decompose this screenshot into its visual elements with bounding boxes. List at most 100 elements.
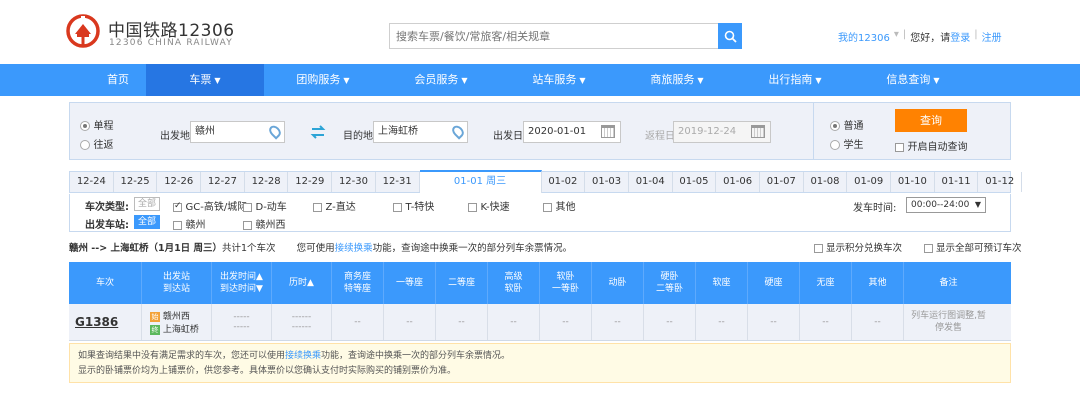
- checkbox[interactable]: [543, 202, 552, 212]
- column-header: 其他: [852, 262, 904, 304]
- seat-cell: --: [592, 304, 644, 340]
- nav-item[interactable]: 首页: [90, 64, 146, 96]
- radio-oneway[interactable]: [80, 121, 90, 131]
- transfer-link[interactable]: 接续换乘: [335, 243, 373, 254]
- nav-item[interactable]: 商旅服务 ▼: [618, 64, 736, 96]
- date-tab[interactable]: 12-28: [245, 172, 289, 192]
- nav-item[interactable]: 团购服务 ▼: [264, 64, 382, 96]
- date-tab[interactable]: 01-04: [629, 172, 673, 192]
- date-tab[interactable]: 12-31: [376, 172, 420, 192]
- nav-item[interactable]: 会员服务 ▼: [382, 64, 500, 96]
- checkbox[interactable]: [814, 244, 823, 253]
- login-link[interactable]: 登录: [950, 29, 970, 44]
- date-tab[interactable]: 12-26: [157, 172, 202, 192]
- radio-normal[interactable]: [830, 121, 840, 131]
- train-type-option[interactable]: K-快速: [468, 198, 510, 213]
- site-search-input[interactable]: [389, 23, 719, 49]
- train-type-option[interactable]: GC-高铁/城际: [173, 198, 247, 213]
- date-tab[interactable]: 12-24: [70, 172, 114, 192]
- register-link[interactable]: 注册: [982, 29, 1002, 44]
- train-number-link[interactable]: G1386: [75, 315, 118, 329]
- checkbox[interactable]: [173, 201, 182, 212]
- ticket-type-student-label: 学生: [843, 140, 864, 151]
- date-tab[interactable]: 01-12: [978, 172, 1023, 192]
- train-type-option[interactable]: T-特快: [393, 198, 434, 213]
- checkbox[interactable]: [468, 202, 477, 212]
- ticket-type-normal[interactable]: 普通: [830, 117, 864, 132]
- trip-round-label: 往返: [93, 140, 114, 151]
- duration-2: ------: [291, 322, 312, 332]
- train-count: 共计1个车次: [222, 243, 276, 254]
- transfer-link[interactable]: 接续换乘: [285, 351, 321, 361]
- ticket-type-student[interactable]: 学生: [830, 136, 864, 151]
- checkbox[interactable]: [924, 244, 933, 253]
- checkbox[interactable]: [313, 202, 322, 212]
- date-tab[interactable]: 01-08: [804, 172, 848, 192]
- date-tab[interactable]: 01-09: [847, 172, 891, 192]
- train-type-label: K-快速: [480, 202, 510, 213]
- duration-1: ------: [291, 312, 312, 322]
- nav-item-label: 商旅服务: [650, 73, 695, 86]
- date-tab[interactable]: 12-30: [332, 172, 376, 192]
- train-type-option[interactable]: Z-直达: [313, 198, 356, 213]
- search-button[interactable]: [718, 23, 742, 49]
- trip-round-option[interactable]: 往返: [80, 136, 114, 151]
- trip-oneway-option[interactable]: 单程: [80, 117, 114, 132]
- auto-query-checkbox[interactable]: [895, 142, 904, 152]
- date-tab[interactable]: 12-29: [288, 172, 333, 192]
- date-tab[interactable]: 01-06: [716, 172, 760, 192]
- notice-text: 如果查询结果中没有满足需求的车次，您还可以使用: [78, 351, 286, 361]
- end-badge: 终: [150, 325, 160, 335]
- radio-round[interactable]: [80, 140, 90, 150]
- station-option[interactable]: 赣州西: [243, 216, 286, 231]
- date-tab[interactable]: 01-07: [760, 172, 804, 192]
- station-option-label: 赣州: [185, 220, 206, 231]
- depart-time-select[interactable]: 00:00--24:00 ▼: [906, 197, 986, 213]
- points-train-option[interactable]: 显示积分兑换车次: [814, 240, 902, 254]
- calendar-icon[interactable]: [601, 125, 615, 138]
- auto-query-label: 开启自动查询: [907, 142, 968, 153]
- date-tab[interactable]: 12-27: [201, 172, 245, 192]
- column-header: 无座: [800, 262, 852, 304]
- station-option[interactable]: 赣州: [173, 216, 206, 231]
- nav-item[interactable]: 站车服务 ▼: [500, 64, 618, 96]
- my-12306-link[interactable]: 我的12306: [838, 29, 890, 44]
- date-tab[interactable]: 01-03: [585, 172, 629, 192]
- station-all-button[interactable]: 全部: [134, 215, 161, 229]
- nav-item[interactable]: 信息查询 ▼: [854, 64, 972, 96]
- date-tab[interactable]: 01-01 周三: [419, 170, 542, 193]
- date-tab[interactable]: 01-05: [673, 172, 717, 192]
- all-bookable-option[interactable]: 显示全部可预订车次: [924, 240, 1022, 254]
- date-tab[interactable]: 12-25: [114, 172, 158, 192]
- train-type-label: T-特快: [405, 202, 435, 213]
- nav-item[interactable]: 出行指南 ▼: [736, 64, 854, 96]
- nav-item[interactable]: 车票 ▼: [146, 64, 264, 96]
- date-tab[interactable]: 01-11: [935, 172, 979, 192]
- auto-query-option[interactable]: 开启自动查询: [895, 138, 968, 153]
- checkbox[interactable]: [393, 202, 402, 212]
- train-type-option[interactable]: D-动车: [243, 198, 287, 213]
- chevron-down-icon[interactable]: ▾: [894, 29, 899, 44]
- column-header[interactable]: 出发时间▲ 到达时间▼: [212, 262, 272, 304]
- checkbox[interactable]: [173, 220, 182, 230]
- query-button[interactable]: 查询: [895, 109, 967, 132]
- date-tab[interactable]: 01-10: [891, 172, 935, 192]
- column-header[interactable]: 历时▲: [272, 262, 332, 304]
- chevron-down-icon: ▼: [697, 76, 704, 85]
- from-label: 出发地: [160, 131, 190, 142]
- train-type-all-button[interactable]: 全部: [134, 197, 161, 211]
- table-row[interactable]: G1386 始 赣州西 终 上海虹桥 ----- ----- ------ ----…: [69, 304, 1011, 341]
- radio-student[interactable]: [830, 140, 840, 150]
- checkbox[interactable]: [243, 202, 252, 212]
- date-tab[interactable]: 01-02: [542, 172, 586, 192]
- calendar-icon[interactable]: [751, 125, 765, 138]
- train-type-option[interactable]: 其他: [543, 198, 576, 213]
- notice-box: 如果查询结果中没有满足需求的车次，您还可以使用接续换乘功能，查询途中换乘一次的部…: [69, 343, 1011, 383]
- nav-item-label: 会员服务: [414, 73, 459, 86]
- depart-time: -----: [233, 312, 250, 322]
- duration-cell: ------ ------: [272, 304, 332, 340]
- checkbox[interactable]: [243, 220, 252, 230]
- column-header: 出发站 到达站: [142, 262, 212, 304]
- china-railway-logo-icon[interactable]: [66, 14, 100, 48]
- swap-icon[interactable]: [310, 125, 326, 139]
